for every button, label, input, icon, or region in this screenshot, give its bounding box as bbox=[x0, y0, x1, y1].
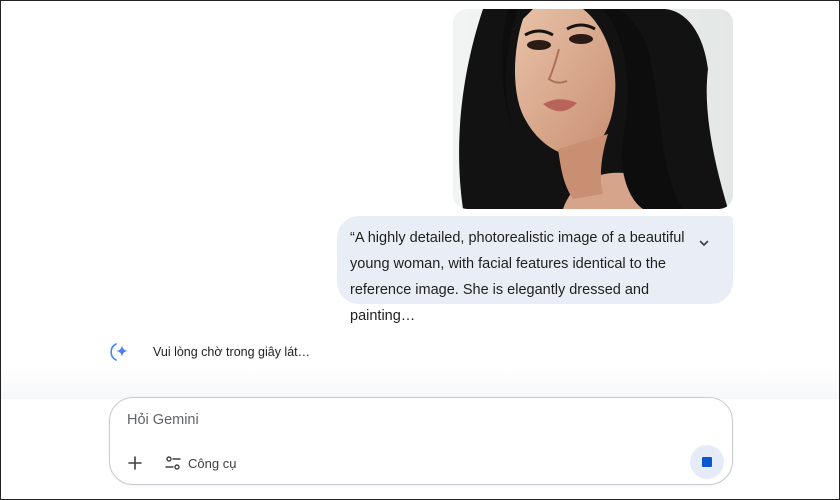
user-prompt-bubble: “A highly detailed, photorealistic image… bbox=[337, 216, 733, 324]
tools-label: Công cụ bbox=[188, 455, 237, 471]
prompt-text: “A highly detailed, photorealistic image… bbox=[350, 230, 685, 324]
prompt-composer[interactable]: Hỏi Gemini Công cụ bbox=[109, 397, 733, 485]
portrait-image bbox=[453, 9, 733, 209]
stop-icon bbox=[702, 457, 712, 467]
add-attachment-button[interactable] bbox=[124, 452, 146, 474]
response-loading-row: Vui lòng chờ trong giây lát… bbox=[107, 339, 310, 365]
uploaded-image[interactable] bbox=[453, 9, 733, 209]
response-status-text: Vui lòng chờ trong giây lát… bbox=[153, 345, 311, 359]
scroll-fade bbox=[1, 365, 839, 399]
stop-generation-button[interactable] bbox=[690, 445, 724, 479]
prompt-input-placeholder[interactable]: Hỏi Gemini bbox=[127, 412, 199, 428]
chevron-down-icon bbox=[699, 240, 709, 246]
expand-prompt-button[interactable] bbox=[693, 232, 715, 254]
tune-icon bbox=[165, 456, 181, 470]
gemini-spark-icon bbox=[110, 343, 128, 361]
plus-icon bbox=[128, 456, 142, 470]
tools-button[interactable]: Công cụ bbox=[164, 450, 236, 476]
